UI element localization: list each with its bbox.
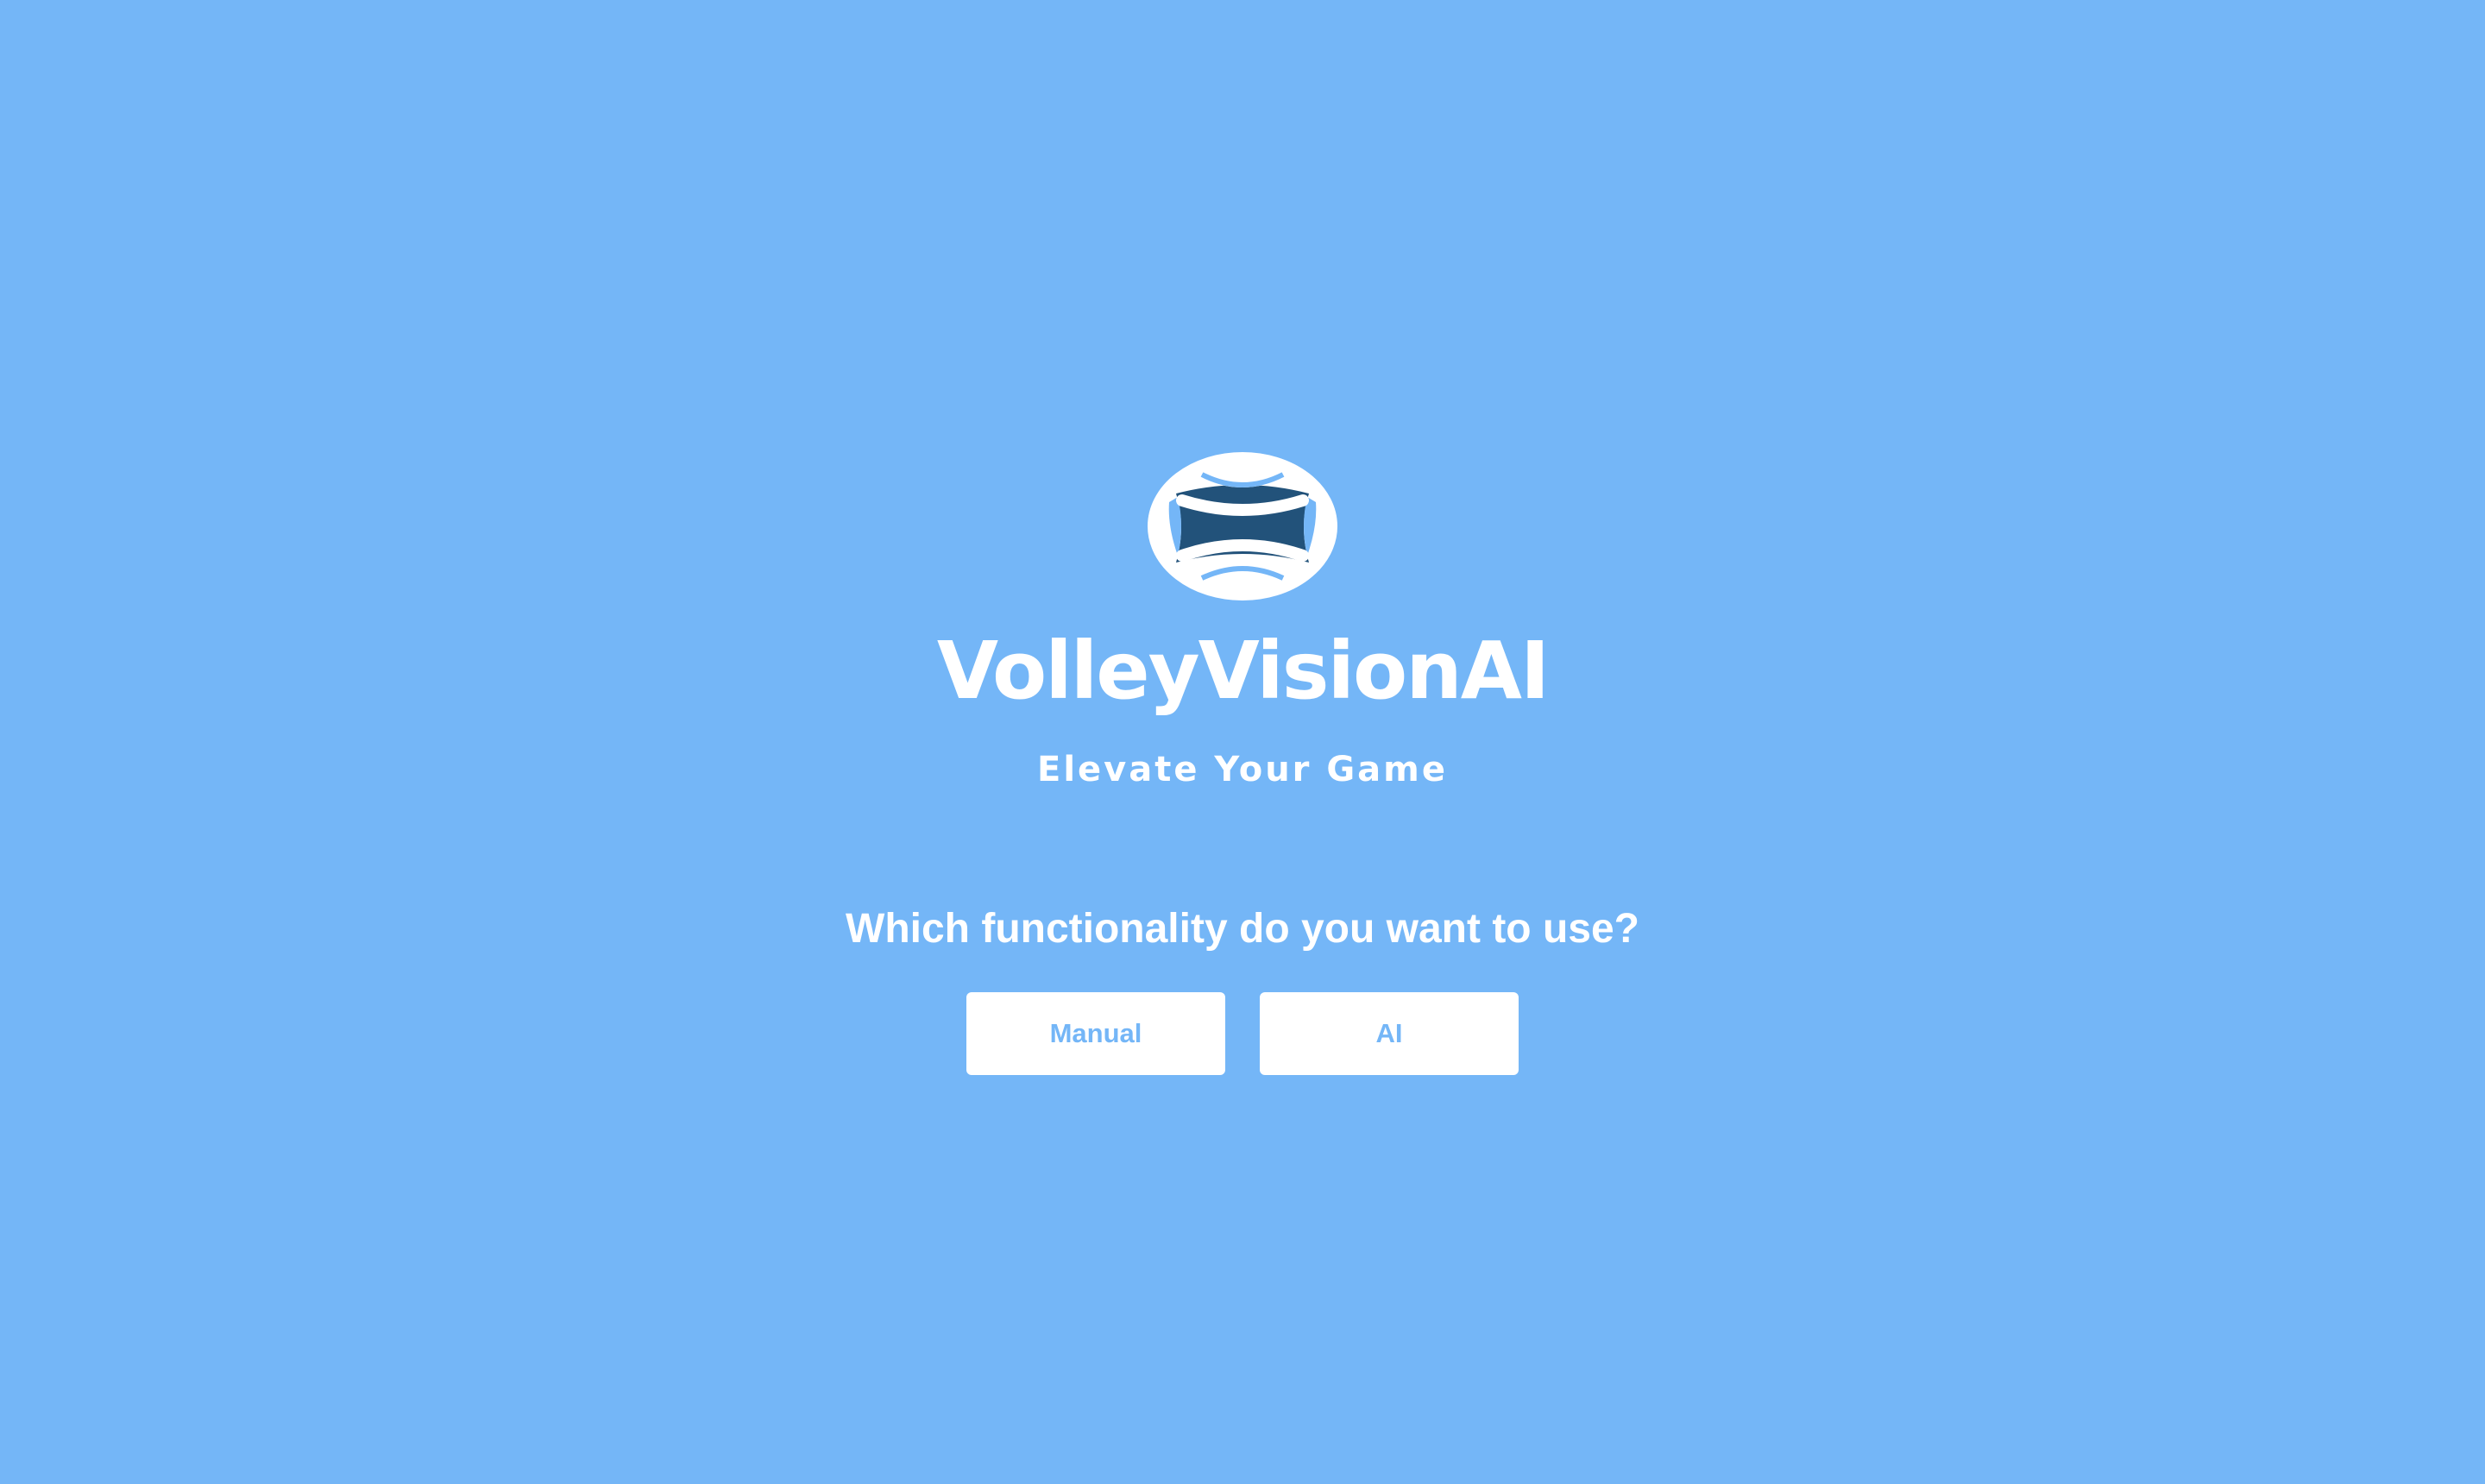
splash-screen: VolleyVisionAI Elevate Your Game Which f… xyxy=(0,0,2485,1484)
functionality-question: Which functionality do you want to use? xyxy=(846,906,1639,952)
brand-tagline: Elevate Your Game xyxy=(1037,750,1448,789)
ai-button[interactable]: AI xyxy=(1260,992,1519,1075)
volleyball-logo-icon xyxy=(1148,452,1337,601)
brand-title: VolleyVisionAI xyxy=(936,625,1550,717)
manual-button[interactable]: Manual xyxy=(966,992,1225,1075)
